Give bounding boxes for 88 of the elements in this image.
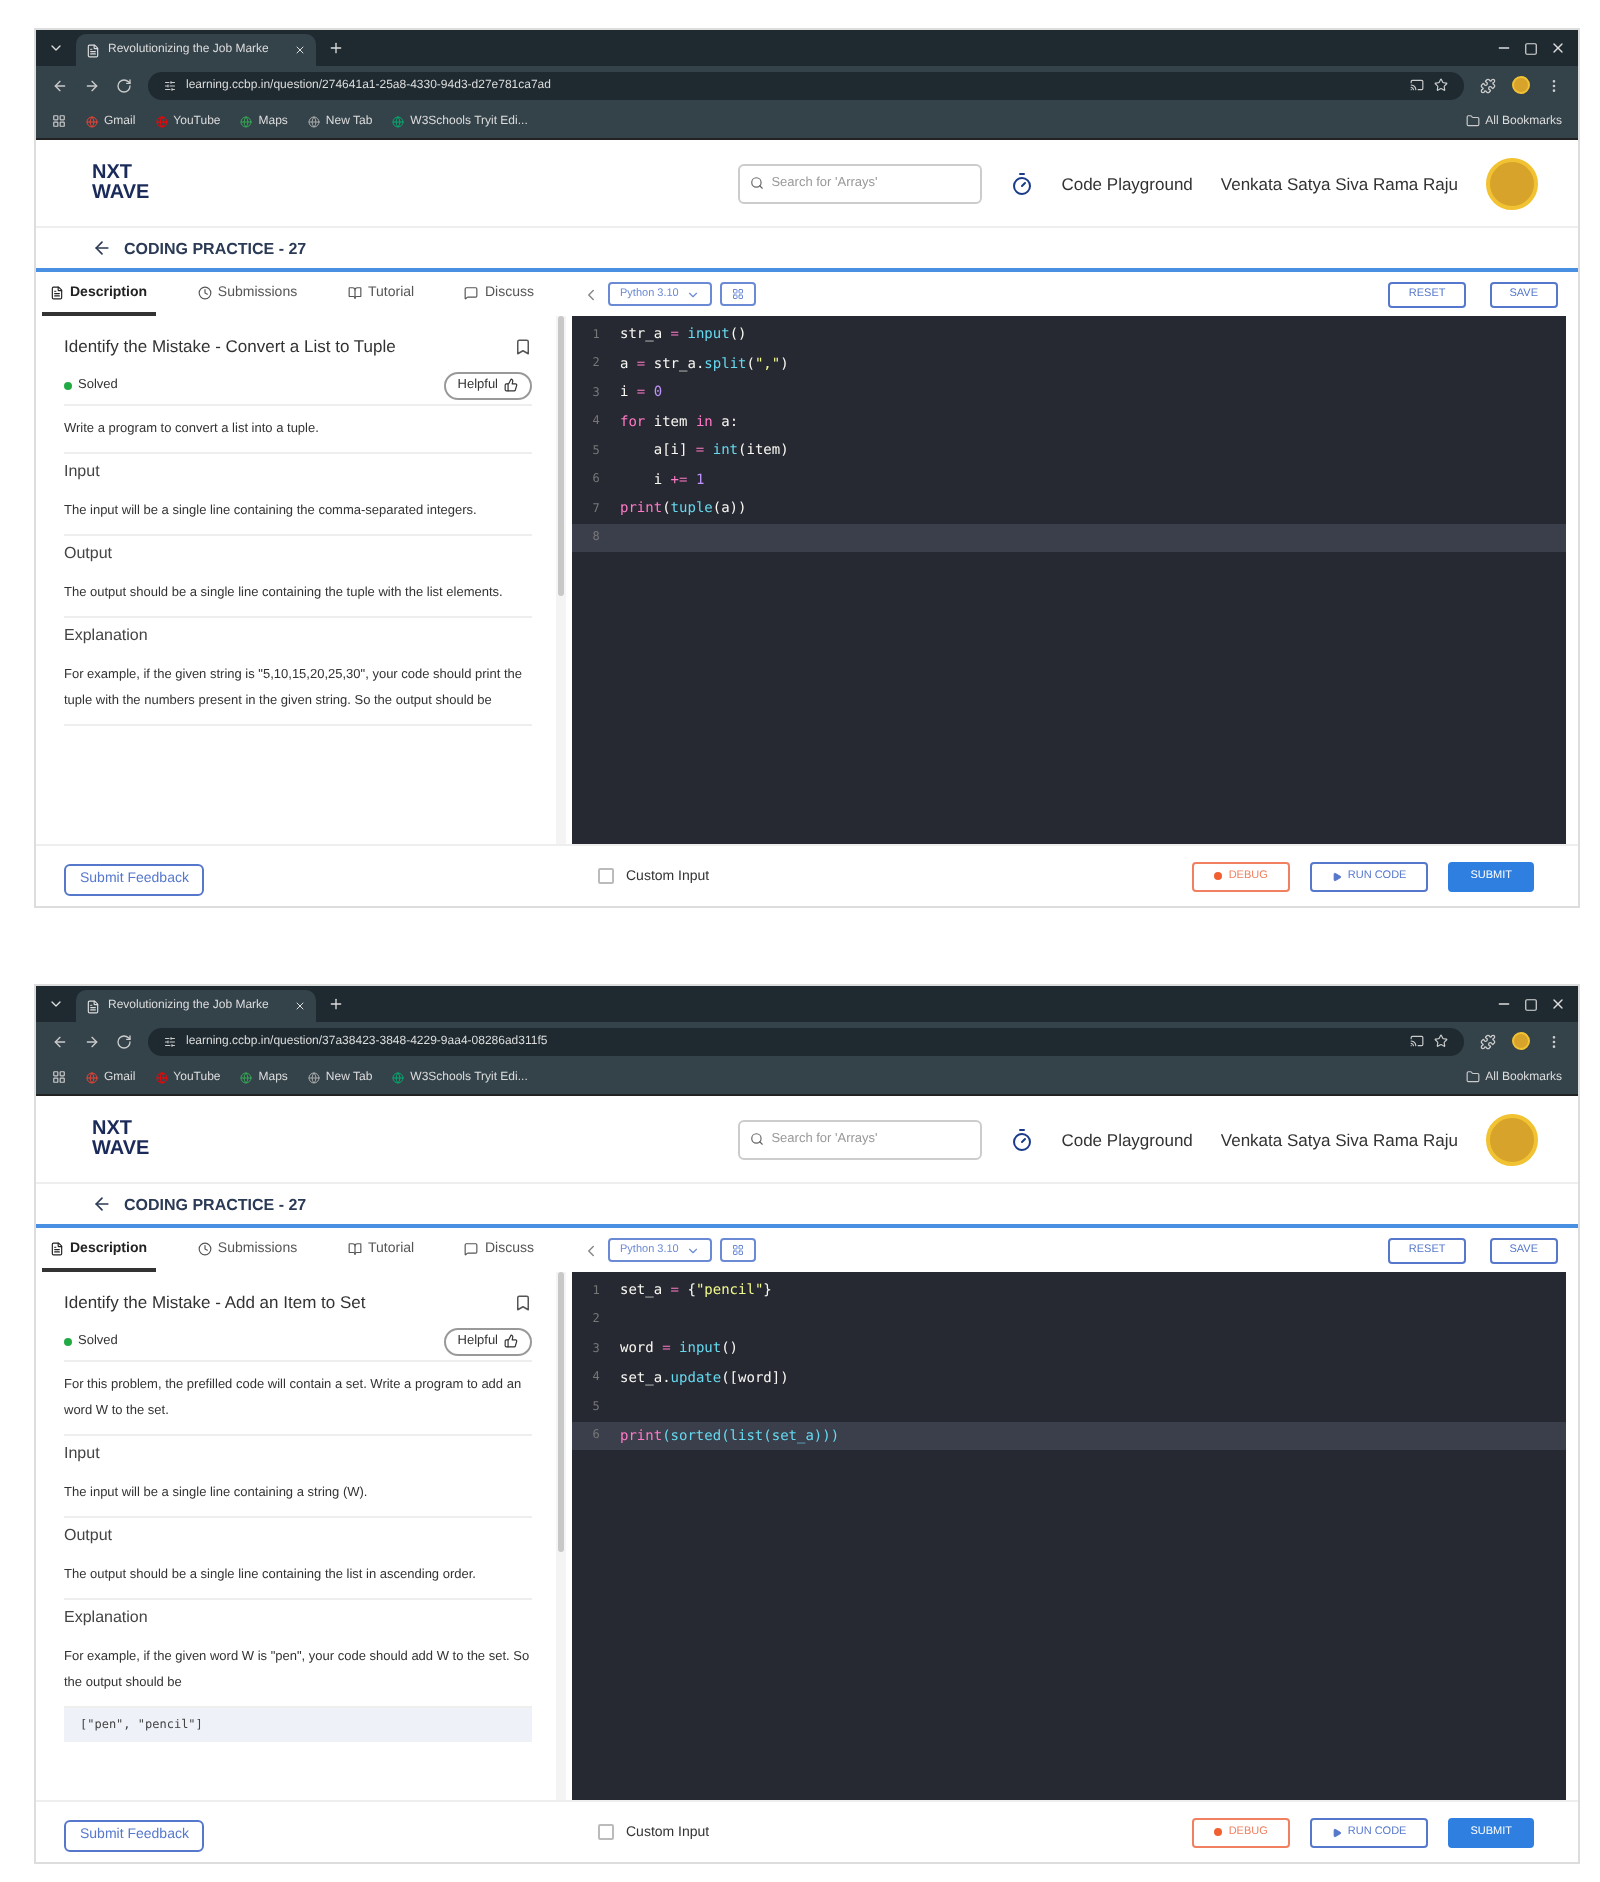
- maximize-icon: [1524, 41, 1538, 55]
- grid-icon: [732, 288, 745, 300]
- practice-title: CODING PRACTICE - 27: [124, 1195, 307, 1213]
- star-icon: [1434, 1034, 1448, 1048]
- thumbs-up-icon: [504, 378, 518, 392]
- section-heading: Input: [64, 460, 102, 484]
- user-name: Venkata Satya Siva Rama Raju: [1220, 1129, 1458, 1149]
- search-icon: [749, 1131, 764, 1145]
- globe-icon: [307, 115, 320, 127]
- collapse-icon: [582, 285, 600, 303]
- chevron-down-icon: [686, 1243, 701, 1257]
- globe-icon: [307, 1071, 320, 1083]
- search-icon: [749, 175, 764, 189]
- reload-icon: [116, 77, 132, 93]
- document-icon: [50, 1241, 64, 1255]
- settings-button[interactable]: [720, 282, 757, 306]
- reload-icon: [116, 1033, 132, 1049]
- close-icon: [294, 1000, 306, 1012]
- bookmark-icon: [514, 337, 532, 355]
- code-playground-link[interactable]: Code Playground: [1061, 173, 1193, 193]
- grid-icon: [732, 1244, 745, 1256]
- globe-icon: [155, 1071, 168, 1083]
- play-icon: [1331, 1827, 1342, 1837]
- practice-title: CODING PRACTICE - 27: [124, 239, 307, 257]
- plus-icon: [328, 996, 344, 1012]
- clock-icon: [197, 1241, 212, 1255]
- clock-icon: [197, 285, 212, 299]
- forward-icon: [84, 77, 100, 93]
- folder-icon: [1465, 1070, 1480, 1084]
- document-icon: [50, 285, 64, 299]
- chevron-down-icon: [48, 996, 64, 1012]
- problem-title: Identify the Mistake - Convert a List to Tuple: [64, 336, 396, 356]
- user-name: Venkata Satya Siva Rama Raju: [1220, 173, 1458, 193]
- back-icon: [52, 1033, 68, 1049]
- back-icon: [52, 77, 68, 93]
- chat-icon: [464, 285, 479, 299]
- page-icon: [86, 999, 100, 1013]
- back-arrow-icon: [92, 238, 112, 258]
- section-heading: Output: [64, 1524, 115, 1548]
- profile-avatar[interactable]: [1512, 76, 1530, 94]
- plus-icon: [328, 40, 344, 56]
- thumbs-up-icon: [504, 1334, 518, 1348]
- play-icon: [1331, 871, 1342, 881]
- code-playground-link[interactable]: Code Playground: [1061, 1129, 1193, 1149]
- maximize-icon: [1524, 997, 1538, 1011]
- cast-icon: [1410, 78, 1424, 92]
- bookmark-icon: [514, 1293, 532, 1311]
- chat-icon: [464, 1241, 479, 1255]
- problem-title: Identify the Mistake - Add an Item to Set: [64, 1292, 366, 1312]
- site-settings-icon: [164, 79, 176, 91]
- globe-icon: [392, 115, 405, 127]
- logo[interactable]: NXT WAVE: [92, 164, 150, 202]
- back-arrow-icon: [92, 1194, 112, 1214]
- book-icon: [347, 1241, 362, 1255]
- close-icon: [1550, 996, 1566, 1012]
- globe-icon: [240, 1071, 253, 1083]
- forward-icon: [84, 1033, 100, 1049]
- profile-avatar[interactable]: [1512, 1032, 1530, 1050]
- section-heading: Explanation: [64, 624, 150, 648]
- cast-icon: [1410, 1034, 1424, 1048]
- star-icon: [1434, 78, 1448, 92]
- chevron-down-icon: [686, 287, 701, 301]
- logo[interactable]: NXT WAVE: [92, 1120, 150, 1158]
- puzzle-icon: [1480, 1033, 1496, 1049]
- chevron-down-icon: [48, 40, 64, 56]
- section-heading: Input: [64, 1442, 102, 1466]
- user-avatar[interactable]: [1486, 1113, 1538, 1165]
- timer-icon: [1009, 171, 1034, 195]
- book-icon: [347, 285, 362, 299]
- globe-icon: [240, 115, 253, 127]
- user-avatar[interactable]: [1486, 157, 1538, 209]
- globe-icon: [155, 115, 168, 127]
- globe-icon: [86, 1071, 98, 1083]
- timer-icon: [1009, 1127, 1034, 1151]
- section-heading: Output: [64, 542, 115, 566]
- puzzle-icon: [1480, 77, 1496, 93]
- globe-icon: [392, 1071, 405, 1083]
- section-heading: Explanation: [64, 1606, 150, 1630]
- folder-icon: [1465, 114, 1480, 128]
- apps-icon: [52, 114, 66, 128]
- settings-button[interactable]: [720, 1238, 757, 1262]
- collapse-icon: [582, 1241, 600, 1259]
- globe-icon: [86, 115, 98, 127]
- site-settings-icon: [164, 1035, 176, 1047]
- apps-icon: [52, 1070, 66, 1084]
- page-icon: [86, 43, 100, 57]
- close-icon: [294, 44, 306, 56]
- close-icon: [1550, 40, 1566, 56]
